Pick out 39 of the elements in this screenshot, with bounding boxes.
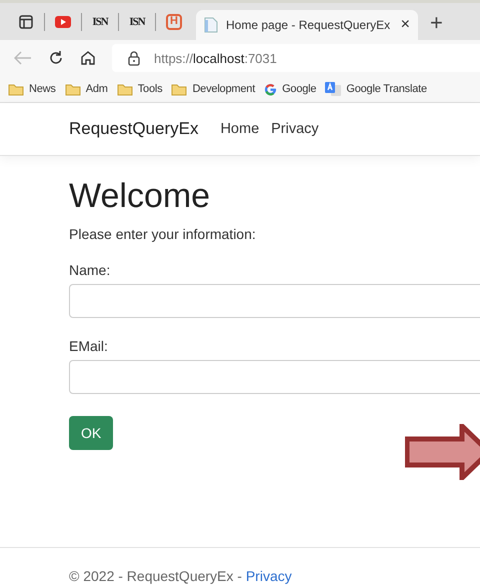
privacy-link[interactable]: Privacy bbox=[246, 568, 292, 584]
bookmark-item[interactable]: Google Translate bbox=[325, 81, 427, 97]
reload-icon[interactable] bbox=[48, 50, 64, 66]
folder-icon bbox=[116, 82, 133, 96]
translate-icon bbox=[325, 81, 342, 97]
play-icon[interactable] bbox=[55, 16, 71, 28]
input-field[interactable] bbox=[69, 360, 480, 394]
intro-text: Please enter your information: bbox=[69, 226, 257, 242]
page-icon bbox=[204, 17, 218, 33]
address-bar[interactable]: https://localhost:7031 bbox=[112, 44, 480, 72]
footer-text: © 2022 - RequestQueryEx - Privacy bbox=[69, 568, 292, 584]
site-brand[interactable]: RequestQueryEx bbox=[69, 119, 198, 139]
arrow-icon bbox=[405, 424, 480, 480]
nav-link[interactable]: Privacy bbox=[271, 121, 319, 137]
home-icon[interactable] bbox=[80, 50, 96, 66]
bookmark-item[interactable]: News bbox=[8, 82, 56, 96]
folder-icon bbox=[8, 82, 24, 96]
tab-logo[interactable]: ISN bbox=[92, 16, 108, 28]
tab-title: Home page - RequestQueryEx bbox=[226, 18, 392, 32]
input-field[interactable] bbox=[69, 284, 480, 318]
new-tab-button[interactable]: + bbox=[430, 10, 443, 36]
bookmark-item[interactable]: Development bbox=[171, 82, 256, 96]
close-tab-button[interactable]: × bbox=[400, 16, 410, 34]
bookmark-item[interactable]: Adm bbox=[64, 82, 108, 96]
lock-icon bbox=[128, 50, 140, 66]
browser-tab[interactable]: Home page - RequestQueryEx × bbox=[196, 10, 418, 40]
ok-button[interactable]: OK bbox=[69, 416, 114, 450]
google-icon bbox=[264, 82, 278, 96]
field-label: EMail: bbox=[69, 338, 109, 354]
url-text: https://localhost:7031 bbox=[154, 50, 277, 66]
bookmark-item[interactable]: Google bbox=[264, 82, 316, 96]
folder-icon bbox=[64, 82, 81, 96]
tab-logo[interactable]: ISN bbox=[129, 16, 145, 28]
field-label: Name: bbox=[69, 262, 112, 278]
sidebar-icon[interactable] bbox=[19, 14, 33, 28]
nav-link[interactable]: Home bbox=[220, 121, 260, 137]
page-heading: Welcome bbox=[69, 176, 212, 217]
folder-icon bbox=[171, 82, 188, 96]
bookmark-item[interactable]: Tools bbox=[116, 82, 162, 96]
